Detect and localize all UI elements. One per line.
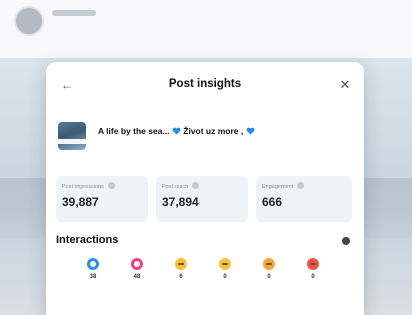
haha-icon: [175, 258, 187, 270]
post-insights-dialog: ← Post insights ✕ A life by the sea... Ž…: [46, 62, 364, 315]
blue-heart-icon: [246, 127, 255, 135]
reaction-count: 0: [223, 274, 227, 280]
info-icon[interactable]: [107, 182, 115, 189]
reaction-count: 38: [89, 274, 97, 280]
reaction-count: 6: [179, 274, 183, 280]
like-icon: [87, 258, 99, 270]
sad-icon: [263, 258, 275, 270]
reaction-count: 0: [267, 274, 271, 280]
info-icon[interactable]: [192, 182, 200, 189]
love-icon: [131, 258, 143, 270]
stat-label: Post impressions: [62, 182, 115, 190]
post-title-part2: Život uz more ,: [183, 126, 244, 136]
blue-heart-icon: [172, 127, 181, 135]
angry-icon: [307, 258, 319, 270]
reaction-count: 0: [311, 274, 315, 280]
reaction-like[interactable]: 38: [80, 258, 106, 280]
info-icon[interactable]: [297, 182, 305, 189]
stat-value: 666: [262, 195, 283, 209]
stat-engagement: Engagement 666: [256, 176, 352, 222]
info-icon[interactable]: [342, 237, 350, 245]
reaction-wow[interactable]: 0: [212, 258, 238, 280]
reaction-sad[interactable]: 0: [256, 258, 282, 280]
stat-value: 37,894: [162, 195, 199, 209]
post-title-part1: A life by the sea...: [98, 126, 170, 136]
stat-post-reach: Post reach 37,894: [156, 176, 248, 222]
post-thumbnail: [58, 122, 86, 150]
stat-label: Post reach: [162, 182, 200, 190]
interactions-heading: Interactions: [56, 234, 119, 246]
reaction-love[interactable]: 48: [124, 258, 150, 280]
stat-post-impressions: Post impressions 39,887: [56, 176, 148, 222]
dialog-title: Post insights: [168, 78, 242, 90]
wow-icon: [219, 258, 231, 270]
reaction-angry[interactable]: 0: [300, 258, 326, 280]
stat-label: Engagement: [262, 182, 305, 190]
stat-value: 39,887: [62, 195, 99, 209]
close-icon[interactable]: ✕: [334, 74, 356, 96]
reaction-haha[interactable]: 6: [168, 258, 194, 280]
post-title: A life by the sea... Život uz more ,: [98, 126, 255, 136]
reaction-count: 48: [133, 274, 141, 280]
